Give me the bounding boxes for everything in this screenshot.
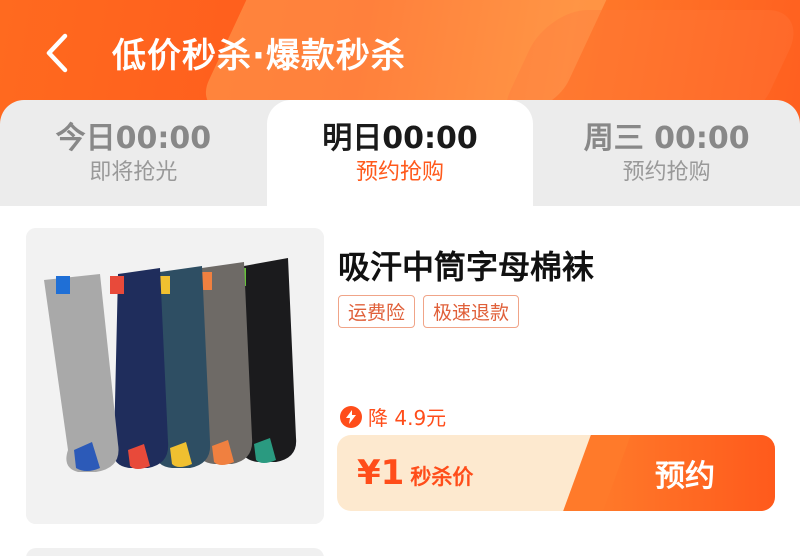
tab-time: 周三 00:00 — [583, 121, 750, 156]
buy-bar: ¥1 秒杀价 预约 — [337, 435, 775, 511]
session-tabs: 今日00:00 即将抢光 明日00:00 预约抢购 周三 00:00 预约抢购 — [0, 100, 800, 208]
reserve-button[interactable]: 预约 — [595, 435, 775, 511]
tab-status: 预约抢购 — [356, 160, 445, 185]
lightning-icon — [340, 405, 362, 428]
socks-image — [26, 228, 324, 524]
product-image[interactable] — [26, 228, 324, 524]
tab-status: 即将抢光 — [89, 160, 178, 185]
tab-today[interactable]: 今日00:00 即将抢光 — [0, 100, 267, 208]
product-title[interactable]: 吸汗中筒字母棉袜 — [338, 242, 594, 288]
product-list: 吸汗中筒字母棉袜 运费险 极速退款 降 4.9元 ¥1 秒杀价 预约 — [0, 206, 800, 556]
next-product-card[interactable] — [26, 548, 324, 556]
back-button[interactable] — [36, 30, 76, 76]
tab-time: 今日00:00 — [55, 121, 212, 156]
discount-info: 降 4.9元 — [340, 402, 446, 431]
page-title: 低价秒杀·爆款秒杀 — [112, 36, 406, 76]
tab-tomorrow[interactable]: 明日00:00 预约抢购 — [266, 100, 534, 208]
tab-time: 明日00:00 — [322, 121, 478, 156]
service-badge: 极速退款 — [423, 295, 520, 328]
service-badge: 运费险 — [338, 295, 416, 328]
tab-status: 预约抢购 — [622, 160, 711, 185]
chevron-left-icon — [46, 33, 68, 73]
service-badges: 运费险 极速退款 — [338, 295, 520, 328]
reserve-label: 预约 — [655, 459, 715, 494]
price: ¥1 — [357, 453, 405, 493]
tab-wednesday[interactable]: 周三 00:00 预约抢购 — [533, 100, 800, 208]
price-label: 秒杀价 — [410, 465, 474, 489]
discount-text: 降 4.9元 — [368, 406, 447, 430]
